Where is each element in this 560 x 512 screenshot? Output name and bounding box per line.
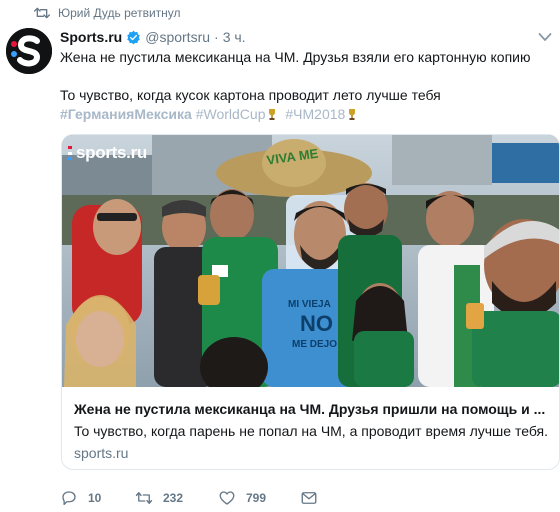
card-body[interactable]: Жена не пустила мексиканца на ЧМ. Друзья… bbox=[62, 387, 559, 469]
shirt-text-line: NO bbox=[300, 311, 333, 336]
hashtag-link[interactable]: #ГерманияМексика bbox=[60, 106, 192, 122]
tweet-text-line: Жена не пустила мексиканца на ЧМ. Друзья… bbox=[60, 49, 531, 65]
hashtag-link[interactable]: #WorldCup bbox=[196, 106, 266, 122]
trophy-emoji-icon bbox=[269, 109, 276, 120]
reply-count: 10 bbox=[88, 491, 102, 505]
brand-dots-icon bbox=[68, 146, 72, 160]
link-card[interactable]: VIVA ME MI VIEJA NO ME DEJO sports.ru Же… bbox=[61, 134, 560, 470]
tweet-timestamp[interactable]: 3 ч. bbox=[223, 29, 246, 45]
verified-badge-icon bbox=[127, 30, 140, 44]
retweet-icon bbox=[135, 492, 153, 504]
trophy-emoji-icon bbox=[349, 109, 356, 120]
like-count: 799 bbox=[246, 491, 267, 505]
separator-dot: · bbox=[214, 29, 219, 45]
author-name[interactable]: Sports.ru bbox=[60, 29, 122, 45]
retweet-count: 232 bbox=[163, 491, 184, 505]
sports-ru-logo-icon bbox=[6, 28, 52, 74]
chevron-down-icon[interactable] bbox=[538, 32, 552, 42]
envelope-icon bbox=[301, 492, 317, 504]
shirt-text-line: ME DEJO bbox=[292, 339, 337, 350]
tweet-text: Жена не пустила мексиканца на ЧМ. Друзья… bbox=[60, 48, 550, 124]
like-button[interactable]: 799 bbox=[218, 488, 266, 508]
card-title[interactable]: Жена не пустила мексиканца на ЧМ. Друзья… bbox=[74, 401, 550, 417]
fans-photo-illustration: VIVA ME MI VIEJA NO ME DEJO bbox=[62, 135, 559, 387]
retweet-button[interactable]: 232 bbox=[135, 488, 183, 508]
retweet-context-text: Юрий Дудь ретвитнул bbox=[58, 6, 181, 20]
tweet-text-line: То чувство, когда кусок картона проводит… bbox=[60, 87, 441, 103]
card-photo[interactable]: VIVA ME MI VIEJA NO ME DEJO sports.ru bbox=[62, 135, 559, 387]
card-domain: sports.ru bbox=[74, 445, 129, 461]
avatar[interactable] bbox=[6, 28, 52, 74]
reply-icon bbox=[62, 491, 76, 506]
sports-ru-watermark: sports.ru bbox=[68, 143, 147, 163]
hashtag-row: #ГерманияМексика #WorldCup #ЧМ2018 bbox=[60, 105, 550, 124]
shirt-text-line: MI VIEJA bbox=[288, 299, 331, 310]
card-description: То чувство, когда парень не попал на ЧМ,… bbox=[74, 423, 549, 439]
tweet-header: Sports.ru @sportsru · 3 ч. bbox=[60, 27, 246, 47]
heart-icon bbox=[219, 491, 235, 505]
reply-button[interactable]: 10 bbox=[60, 488, 101, 508]
watermark-text: sports.ru bbox=[76, 143, 147, 162]
author-handle[interactable]: @sportsru bbox=[145, 29, 210, 45]
retweet-icon bbox=[34, 7, 50, 19]
direct-message-button[interactable] bbox=[300, 488, 318, 508]
hashtag-link[interactable]: #ЧМ2018 bbox=[285, 106, 345, 122]
